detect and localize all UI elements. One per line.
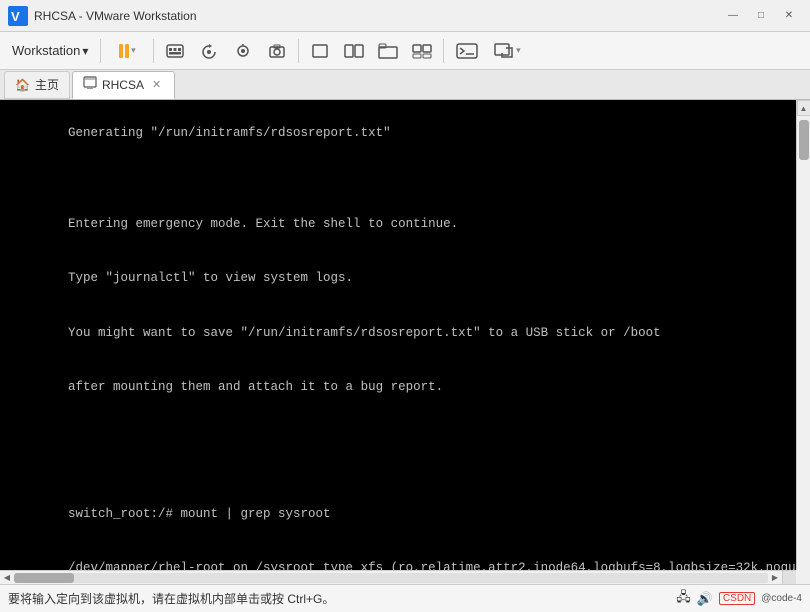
view-dropdown-icon: ▾ (516, 45, 521, 56)
terminal-line-1: Generating "/run/initramfs/rdsosreport.t… (68, 126, 391, 140)
terminal[interactable]: Generating "/run/initramfs/rdsosreport.t… (0, 100, 796, 570)
maximize-button[interactable]: □ (748, 5, 774, 27)
workstation-label: Workstation (12, 43, 80, 58)
view-split-button[interactable] (339, 37, 369, 65)
toolbar-separator-1 (100, 39, 101, 63)
status-message: 要将输入定向到该虚拟机，请在虚拟机内部单击或按 Ctrl+G。 (8, 590, 676, 607)
horizontal-scrollbar[interactable]: ◀ ▶ (0, 570, 796, 584)
view-tabs-button[interactable] (373, 37, 403, 65)
scroll-thumb[interactable] (799, 120, 809, 160)
view-window-button[interactable]: ▾ (488, 37, 526, 65)
tab-bar: 🏠 主页 RHCSA ✕ (0, 70, 810, 100)
pause-button[interactable]: ▾ (107, 37, 147, 65)
tab-rhcsa-label: RHCSA (102, 78, 144, 92)
scroll-up-button[interactable]: ▲ (797, 100, 810, 116)
h-scroll-thumb[interactable] (14, 573, 74, 583)
revert-snapshot-button[interactable] (194, 37, 224, 65)
take-snapshot-button[interactable] (262, 37, 292, 65)
code-badge: @code-4 (761, 593, 802, 604)
terminal-line-5: You might want to save "/run/initramfs/r… (68, 326, 661, 340)
dropdown-arrow-icon: ▾ (82, 44, 88, 58)
tab-rhcsa-close[interactable]: ✕ (149, 77, 164, 92)
terminal-line-9: switch_root:/# mount | grep sysroot (68, 507, 331, 521)
terminal-line-3: Entering emergency mode. Exit the shell … (68, 217, 458, 231)
terminal-line-10: /dev/mapper/rhel-root on /sysroot type x… (68, 561, 796, 570)
window-controls: — □ ✕ (720, 5, 802, 27)
svg-text:V: V (11, 9, 20, 24)
snapshot-manager-button[interactable] (228, 37, 258, 65)
view-scale-button[interactable] (407, 37, 437, 65)
console-button[interactable] (450, 37, 484, 65)
csdn-badge: CSDN (719, 592, 755, 605)
tab-rhcsa[interactable]: RHCSA ✕ (72, 71, 175, 99)
workstation-menu-button[interactable]: Workstation ▾ (6, 37, 94, 65)
close-button[interactable]: ✕ (776, 5, 802, 27)
toolbar-separator-3 (298, 39, 299, 63)
minimize-button[interactable]: — (720, 5, 746, 27)
status-right: 🖧 🔊 CSDN @code-4 (676, 588, 802, 610)
vmware-icon: V (8, 6, 28, 26)
view-normal-button[interactable] (305, 37, 335, 65)
vertical-scrollbar[interactable]: ▲ (796, 100, 810, 570)
home-icon: 🏠 (15, 78, 30, 92)
terminal-line-6: after mounting them and attach it to a b… (68, 380, 443, 394)
tab-home[interactable]: 🏠 主页 (4, 71, 70, 99)
sound-icon: 🔊 (697, 591, 713, 607)
toolbar: Workstation ▾ ▾ (0, 32, 810, 70)
h-scroll-track (14, 573, 768, 583)
main-content: Generating "/run/initramfs/rdsosreport.t… (0, 100, 810, 584)
scroll-left-button[interactable]: ◀ (0, 571, 14, 585)
send-ctrlaltdel-button[interactable] (160, 37, 190, 65)
pause-icon (119, 44, 129, 58)
window-title: RHCSA - VMware Workstation (34, 9, 720, 23)
tab-home-label: 主页 (35, 76, 59, 93)
scroll-right-button[interactable]: ▶ (768, 571, 782, 585)
network-icon: 🖧 (676, 588, 691, 610)
terminal-output: Generating "/run/initramfs/rdsosreport.t… (0, 100, 796, 570)
toolbar-separator-2 (153, 39, 154, 63)
pause-dropdown-icon: ▾ (131, 45, 136, 56)
status-bar: 要将输入定向到该虚拟机，请在虚拟机内部单击或按 Ctrl+G。 🖧 🔊 CSDN… (0, 584, 810, 612)
terminal-line-4: Type "journalctl" to view system logs. (68, 271, 353, 285)
title-bar: V RHCSA - VMware Workstation — □ ✕ (0, 0, 810, 32)
vm-icon (83, 76, 97, 93)
toolbar-separator-4 (443, 39, 444, 63)
